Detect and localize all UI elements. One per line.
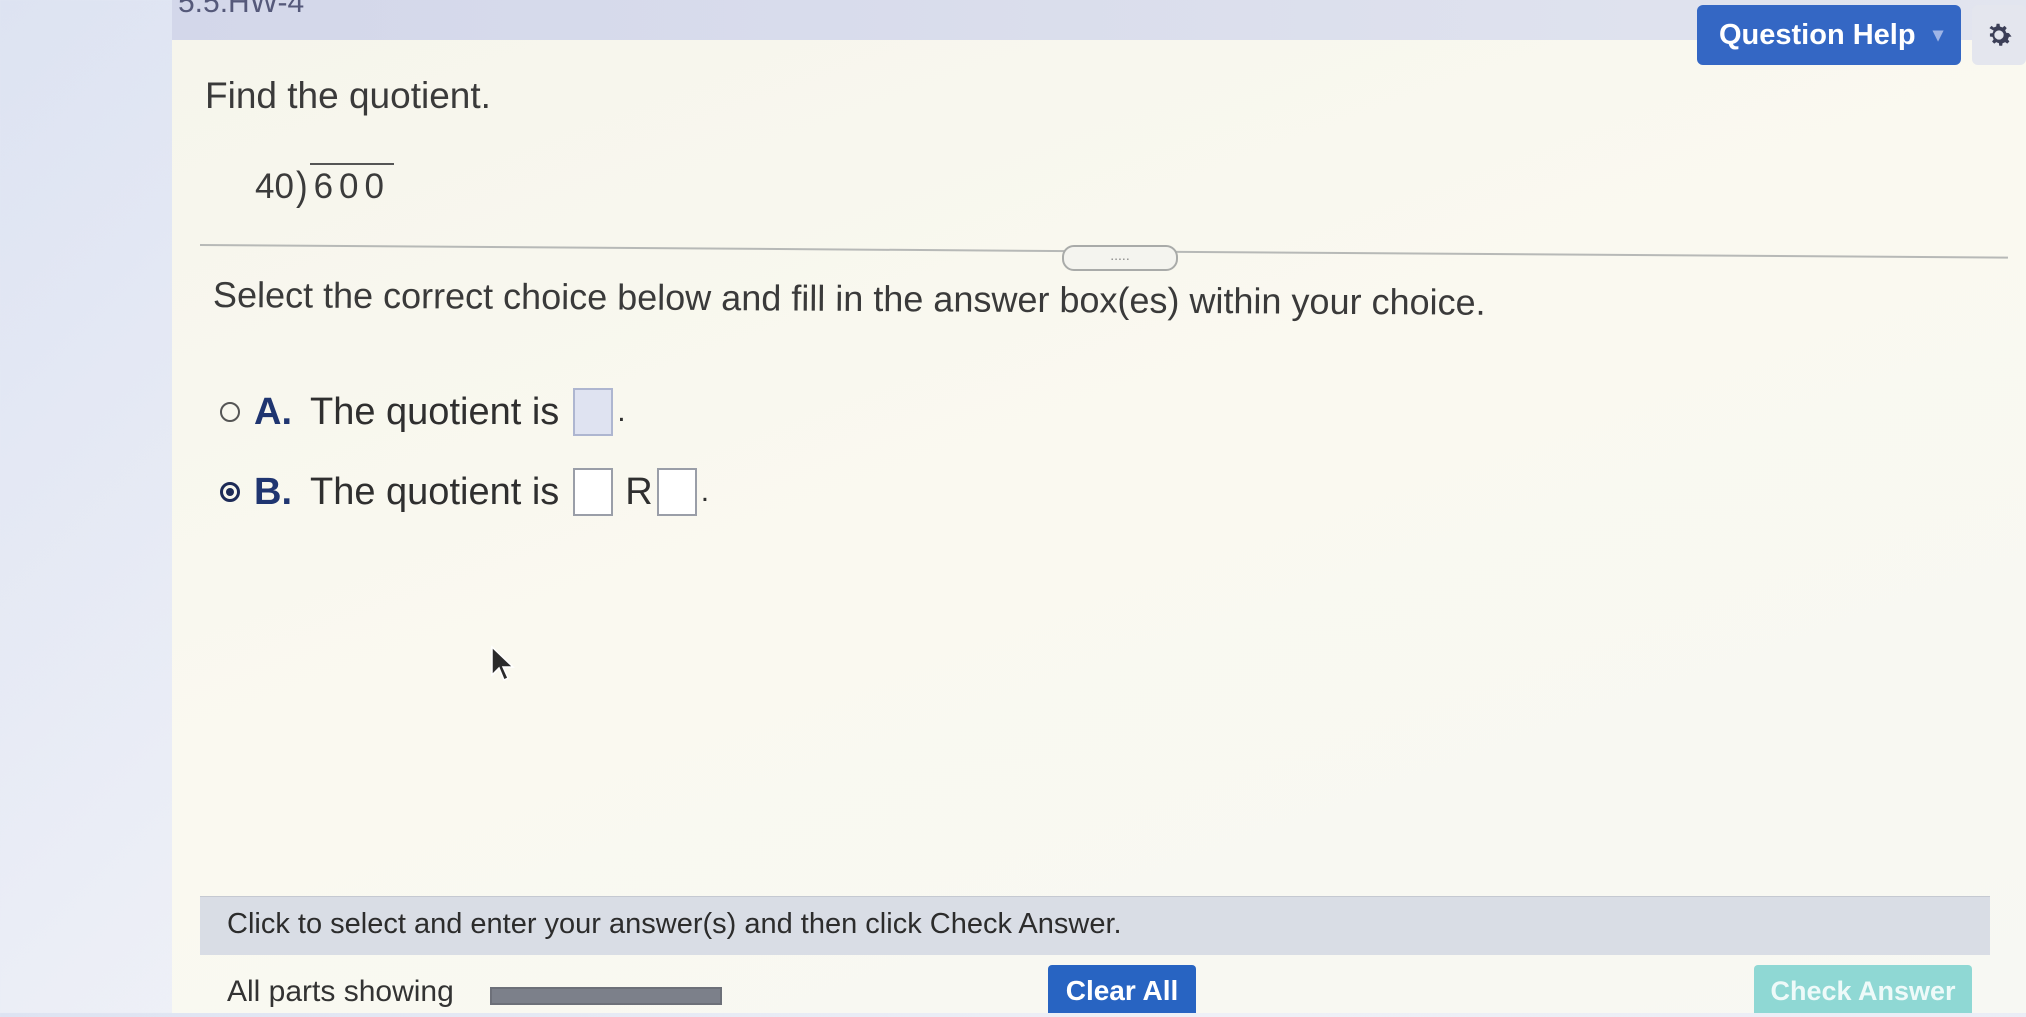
answer-box-quotient[interactable] [573,468,614,516]
choice-letter: A. [254,390,292,433]
radio-button-b[interactable] [220,482,240,502]
answer-box-remainder[interactable] [656,468,697,516]
question-panel [172,40,2026,1013]
question-prompt: Find the quotient. [205,75,491,116]
radio-button-a[interactable] [220,402,240,422]
instruction-text: Select the correct choice below and fill… [212,274,1486,323]
divider-drag-handle[interactable]: ..... [1062,245,1178,271]
parts-progress-fill [492,989,720,1003]
choice-a[interactable]: A. The quotient is . [220,388,626,436]
parts-progress-bar [490,987,722,1005]
choice-letter: B. [254,470,292,513]
choice-text: The quotient is [310,470,560,513]
assignment-title: 5.5.HW-4 [178,0,305,19]
period: . [617,395,626,428]
division-bracket: ) [295,164,308,209]
choice-b[interactable]: B. The quotient is R . [220,468,709,516]
gear-icon [1989,23,2012,46]
settings-button[interactable] [1972,5,2026,65]
footer-hint-text: Click to select and enter your answer(s)… [227,908,1122,940]
question-help-button[interactable]: Question Help ▾ [1697,5,1961,65]
long-division-expression: 40) 600 [255,163,394,209]
question-help-label: Question Help [1719,19,1916,51]
period: . [700,475,710,508]
answer-box-quotient[interactable] [573,388,614,436]
chevron-down-icon: ▾ [1932,24,1943,46]
check-answer-button[interactable]: Check Answer [1754,965,1972,1013]
choice-text: The quotient is [310,390,560,433]
clear-all-button[interactable]: Clear All [1048,965,1196,1013]
divisor: 40 [255,167,294,206]
parts-showing-label: All parts showing [227,975,454,1008]
dividend: 600 [309,163,394,207]
mouse-cursor-icon [491,645,515,682]
remainder-label: R [625,470,653,513]
